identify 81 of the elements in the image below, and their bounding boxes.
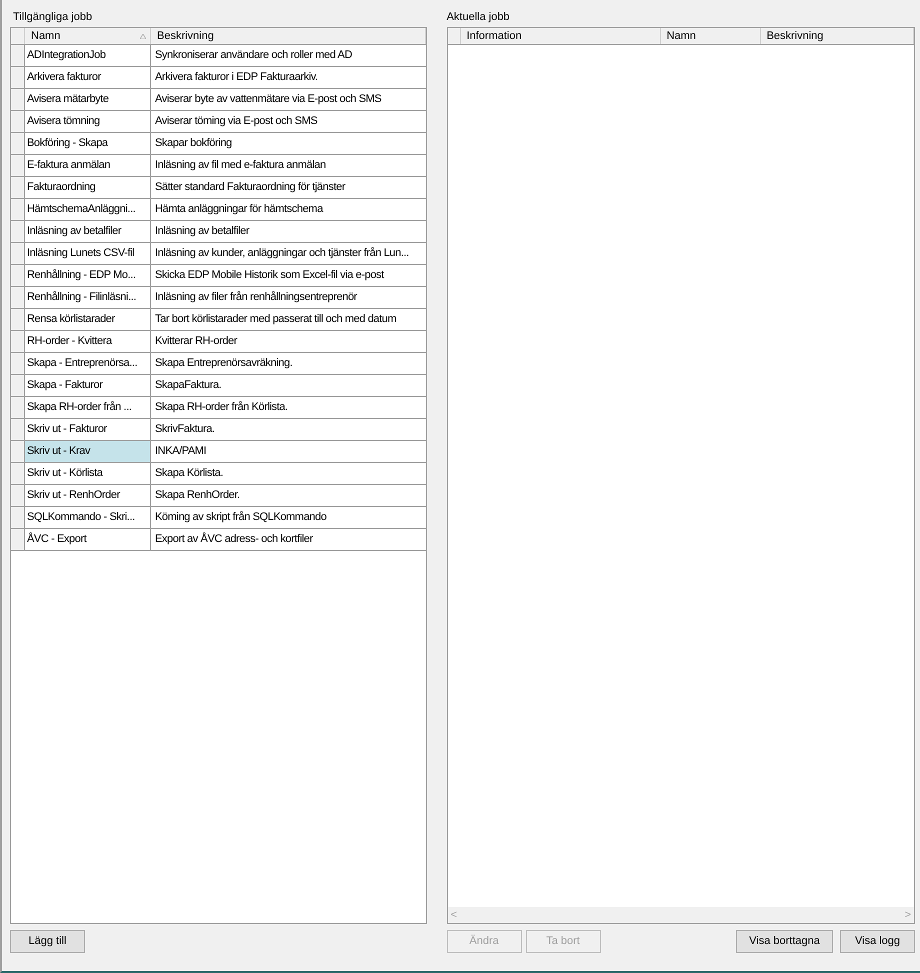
table-cell[interactable]: INKA/PAMI <box>151 441 426 462</box>
row-header[interactable] <box>11 111 25 132</box>
table-cell[interactable]: Inläsning av filer från renhållningsentreprenör <box>151 287 426 308</box>
row-header[interactable] <box>11 529 25 550</box>
row-header[interactable] <box>11 353 25 374</box>
column-label: Namn <box>31 29 60 44</box>
table-cell[interactable]: Skriv ut - Krav <box>25 441 151 462</box>
table-cell[interactable]: Arkivera fakturor <box>25 67 151 88</box>
table-cell[interactable]: Skapa RH-order från ... <box>25 397 151 418</box>
table-cell[interactable]: Sätter standard Fakturaordning för tjänster <box>151 177 426 198</box>
column-header[interactable]: Namn <box>660 28 761 44</box>
row-header[interactable] <box>11 397 25 418</box>
table-cell[interactable]: Tar bort körlistarader med passerat till och med datum <box>151 309 426 330</box>
button[interactable]: Visa logg <box>840 930 916 953</box>
table-cell[interactable]: Inläsning av betalfiler <box>25 221 151 242</box>
table-cell[interactable]: Rensa körlistarader <box>25 309 151 330</box>
row-header[interactable] <box>11 221 25 242</box>
row-header[interactable] <box>11 133 25 154</box>
table-cell[interactable]: Inläsning av fil med e-faktura anmälan <box>151 155 426 176</box>
table-cell[interactable]: Arkivera fakturor i EDP Fakturaarkiv. <box>151 67 426 88</box>
table-cell[interactable]: E-faktura anmälan <box>25 155 151 176</box>
table-cell[interactable]: ADIntegrationJob <box>25 45 151 66</box>
column-header[interactable]: Beskrivning <box>151 28 426 44</box>
table-cell[interactable]: Skapa - Fakturor <box>25 375 151 396</box>
table-cell[interactable]: Avisera mätarbyte <box>25 89 151 110</box>
table-cell[interactable]: Skapa Entreprenörsavräkning. <box>151 353 426 374</box>
table-cell[interactable]: Skapa RH-order från Körlista. <box>151 397 426 418</box>
table-cell[interactable]: Skapa - Entreprenörsa... <box>25 353 151 374</box>
row-header[interactable] <box>11 309 25 330</box>
row-header[interactable] <box>11 155 25 176</box>
row-header[interactable] <box>11 507 25 528</box>
table-cell[interactable]: SkrivFaktura. <box>151 419 426 440</box>
table-cell[interactable]: Skicka EDP Mobile Historik som Excel-fil via e-post <box>151 265 426 286</box>
table-cell[interactable]: RH-order - Kvittera <box>25 331 151 352</box>
table-cell[interactable]: SQLKommando - Skri... <box>25 507 151 528</box>
panel-title: Aktuella jobb <box>446 10 511 25</box>
button[interactable]: Lägg till <box>10 930 85 953</box>
table-cell[interactable]: Kvitterar RH-order <box>151 331 426 352</box>
table-cell[interactable]: Export av ÅVC adress- och kortfiler <box>151 529 426 550</box>
table-cell[interactable]: Fakturaordning <box>25 177 151 198</box>
table-cell[interactable]: Skriv ut - Fakturor <box>25 419 151 440</box>
button[interactable]: Visa borttagna <box>736 930 834 953</box>
table-cell[interactable]: Inläsning av kunder, anläggningar och tjänster från Lun... <box>151 243 426 264</box>
table-cell[interactable]: Hämta anläggningar för hämtschema <box>151 199 426 220</box>
table-cell[interactable]: Skapa RenhOrder. <box>151 485 426 506</box>
row-header[interactable] <box>11 45 25 66</box>
row-header[interactable] <box>11 441 25 462</box>
table-cell[interactable]: Skapa Körlista. <box>151 463 426 484</box>
row-header[interactable] <box>11 265 25 286</box>
table-cell[interactable]: Köming av skript från SQLKommando <box>151 507 426 528</box>
table-cell[interactable]: Renhållning - EDP Mo... <box>25 265 151 286</box>
table-cell[interactable]: Skriv ut - RenhOrder <box>25 485 151 506</box>
row-header[interactable] <box>11 375 25 396</box>
table-cell[interactable]: HämtschemaAnläggni... <box>25 199 151 220</box>
table-cell[interactable]: Skriv ut - Körlista <box>25 463 151 484</box>
column-header[interactable]: Namn <box>25 28 151 44</box>
row-header[interactable] <box>11 67 25 88</box>
table-cell[interactable]: SkapaFaktura. <box>151 375 426 396</box>
column-label: Beskrivning <box>157 29 214 44</box>
row-header[interactable] <box>11 177 25 198</box>
table-cell[interactable]: ÅVC - Export <box>25 529 151 550</box>
column-header[interactable]: Information <box>460 28 661 44</box>
panel-title: Tillgängliga jobb <box>12 10 94 25</box>
table-cell[interactable]: Inläsning Lunets CSV-fil <box>25 243 151 264</box>
row-header[interactable] <box>11 463 25 484</box>
row-header[interactable] <box>11 287 25 308</box>
row-header[interactable] <box>11 485 25 506</box>
table-cell[interactable]: Inläsning av betalfiler <box>151 221 426 242</box>
table-cell[interactable]: Bokföring - Skapa <box>25 133 151 154</box>
row-header[interactable] <box>11 89 25 110</box>
row-header[interactable] <box>11 243 25 264</box>
row-header[interactable] <box>11 199 25 220</box>
row-header[interactable] <box>11 419 25 440</box>
table-cell[interactable]: Renhållning - Filinläsni... <box>25 287 151 308</box>
table-cell[interactable]: Aviserar byte av vattenmätare via E-post och SMS <box>151 89 426 110</box>
table-cell[interactable]: Avisera tömning <box>25 111 151 132</box>
table-cell[interactable]: Synkroniserar användare och roller med AD <box>151 45 426 66</box>
table-cell[interactable]: Skapar bokföring <box>151 133 426 154</box>
table-cell[interactable]: Aviserar töming via E-post och SMS <box>151 111 426 132</box>
row-header[interactable] <box>11 331 25 352</box>
column-header[interactable]: Beskrivning <box>760 28 914 44</box>
